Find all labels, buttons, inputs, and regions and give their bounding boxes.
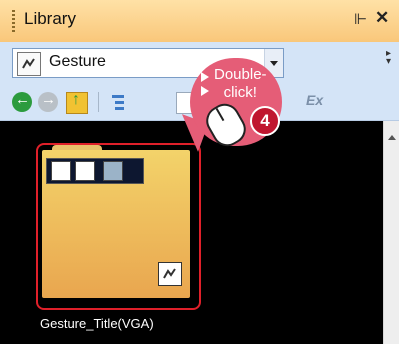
- dropdown-value: Gesture: [49, 53, 106, 70]
- arrow-icon: [201, 86, 209, 96]
- step-badge: 4: [250, 106, 280, 136]
- drag-grip-icon[interactable]: [12, 10, 15, 32]
- up-folder-icon[interactable]: [66, 91, 88, 114]
- scroll-up-icon[interactable]: [388, 135, 396, 140]
- item-label: Gesture_Title(VGA): [40, 316, 154, 331]
- selection-highlight: [36, 143, 201, 310]
- back-icon[interactable]: [12, 91, 32, 112]
- callout-line-2: click!: [223, 84, 257, 101]
- gesture-icon: [17, 52, 41, 76]
- tree-icon[interactable]: [108, 92, 128, 112]
- toolbar-overflow-icon[interactable]: ▸ ▾: [386, 49, 396, 76]
- arrow-icon: [201, 72, 209, 82]
- scrollbar[interactable]: [383, 121, 399, 344]
- forward-icon[interactable]: [38, 91, 58, 112]
- title-bar[interactable]: Library ⊩ ✕: [0, 0, 399, 43]
- callout-line-1: Double-: [214, 66, 267, 83]
- toolbar-separator: [98, 92, 99, 112]
- callout-text: Double- click!: [214, 66, 267, 102]
- pin-icon[interactable]: ⊩: [354, 10, 367, 28]
- close-icon[interactable]: ✕: [375, 8, 389, 28]
- library-panel: Library ⊩ ✕ Gesture ▸▾ Ex: [0, 0, 399, 344]
- panel-title: Library: [24, 9, 76, 28]
- ex-button[interactable]: Ex: [306, 92, 326, 112]
